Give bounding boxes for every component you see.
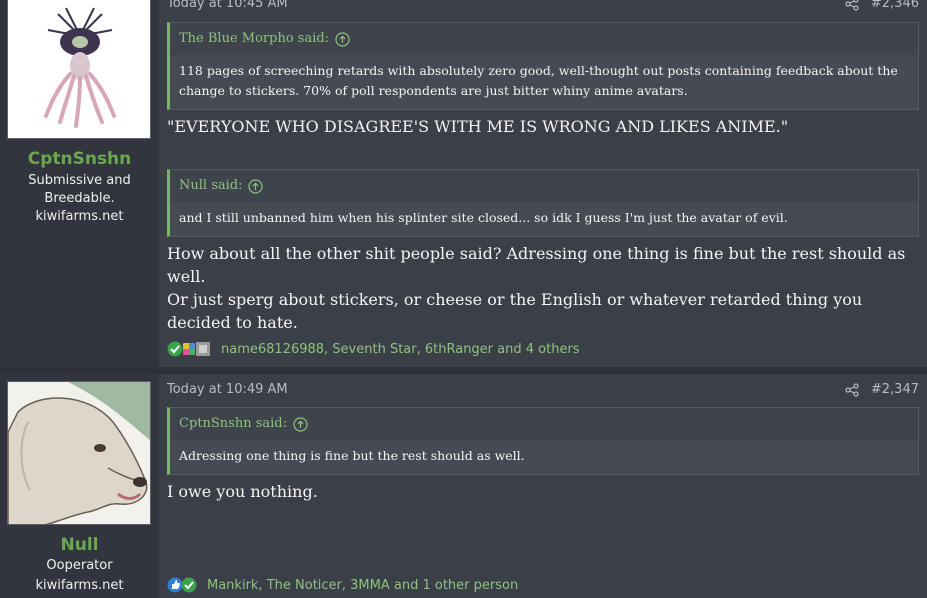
post-number-link[interactable]: #2,347 [871,382,919,397]
creature-avatar-image [8,0,150,138]
message-text: I owe you nothing. [167,482,318,501]
message-text: How about all the other shit people said… [167,244,906,286]
arrow-up-circle-icon[interactable] [248,179,264,194]
post-meta-right: #2,346 [845,0,919,11]
share-icon[interactable] [845,0,859,11]
post-2347: Null Ooperator kiwifarms.net Today at 10… [0,374,927,598]
post-number-link[interactable]: #2,346 [871,0,919,11]
quote-block: Null said: and I still unbanned him when… [167,169,919,237]
post-content: Today at 10:45 AM #2,346 The Blue Morpho… [167,0,919,367]
quote-body: 118 pages of screeching retards with abs… [170,55,918,109]
avatar[interactable] [7,0,151,139]
user-banner: kiwifarms.net [35,578,124,593]
checkmark-icon [181,577,197,593]
quote-header[interactable]: Null said: [170,170,918,202]
post-2346: CptnSnshn Submissive and Breedable. kiwi… [0,0,927,367]
share-icon[interactable] [845,382,859,397]
post-content: Today at 10:49 AM #2,347 CptnSnshn said:… [167,374,919,598]
arrow-up-circle-icon[interactable] [293,417,308,432]
arrow-up-circle-icon[interactable] [335,32,350,47]
post-timestamp[interactable]: Today at 10:49 AM [167,382,288,397]
user-banner: kiwifarms.net [35,209,124,224]
dog-avatar-image [8,382,150,524]
reactions-names[interactable]: name68126988, Seventh Star, 6thRanger an… [221,342,580,357]
user-title: Ooperator [46,558,113,573]
username[interactable]: Null [0,535,159,555]
user-column: CptnSnshn Submissive and Breedable. kiwi… [0,0,159,367]
quote-header[interactable]: The Blue Morpho said: [170,23,918,55]
quote-header[interactable]: CptnSnshn said: [170,408,918,440]
reactions-bar[interactable]: Mankirk, The Noticer, 3MMA and 1 other p… [167,577,518,593]
username[interactable]: CptnSnshn [0,149,159,169]
quote-block: The Blue Morpho said: 118 pages of scree… [167,22,919,110]
message-text: Or just sperg about stickers, or cheese … [167,290,863,332]
post-separator [0,367,927,374]
quote-author[interactable]: CptnSnshn said: [179,416,287,431]
quote-body: Adressing one thing is fine but the rest… [170,440,918,474]
reaction-icons [167,577,197,593]
post-meta-right: #2,347 [845,382,919,397]
post-timestamp[interactable]: Today at 10:45 AM [167,0,288,11]
quote-author[interactable]: Null said: [179,178,242,193]
reaction-icons [167,341,210,357]
quote-body: and I still unbanned him when his splint… [170,202,918,236]
message-text: "EVERYONE WHO DISAGREE'S WITH ME IS WRON… [167,117,789,136]
reactions-bar[interactable]: name68126988, Seventh Star, 6thRanger an… [167,341,580,357]
sticker-icon [196,342,210,356]
user-title: Submissive and Breedable. [28,173,131,206]
reactions-names[interactable]: Mankirk, The Noticer, 3MMA and 1 other p… [207,578,518,593]
quote-author[interactable]: The Blue Morpho said: [179,31,329,46]
avatar[interactable] [7,381,151,525]
quote-block: CptnSnshn said: Adressing one thing is f… [167,407,919,475]
user-column: Null Ooperator kiwifarms.net [0,374,159,598]
